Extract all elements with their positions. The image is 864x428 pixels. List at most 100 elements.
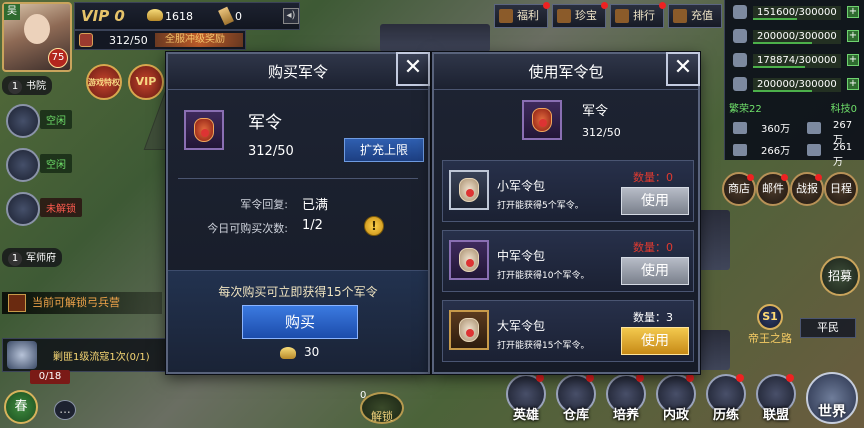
quest-bar[interactable]: 剿匪1级流寇1次(0/1) (2, 338, 166, 372)
mail-button[interactable]: 邮件 (756, 172, 790, 206)
large-pack-icon (449, 310, 489, 350)
add-resource-button[interactable]: + (847, 6, 859, 18)
event-banner[interactable]: 全服冲级奖励 (155, 33, 243, 47)
unlock-tip[interactable]: 当前可解锁弓兵营 (2, 292, 162, 314)
item-name: 军令 (582, 104, 609, 119)
cavalry-icon (807, 122, 821, 134)
queue-slot-2[interactable]: 空闲 (2, 148, 92, 192)
notification-dot (815, 174, 822, 181)
recharge-button[interactable]: 充值 (668, 4, 722, 28)
building-name: 军师府 (26, 253, 56, 264)
shop-button[interactable]: 商店 (722, 172, 756, 206)
pack-card-large: 大军令包 打开能获得15个军令。 数量：3 使用 (442, 300, 694, 362)
archer-icon (733, 144, 747, 156)
report-button[interactable]: 战报 (790, 172, 824, 206)
resource-row: 178874/300000 + (729, 50, 861, 72)
player-avatar[interactable]: 吴 75 (2, 2, 72, 72)
close-button[interactable]: ✕ (666, 52, 700, 86)
speaker-icon[interactable]: ◂) (283, 8, 299, 24)
use-small-pack-button[interactable]: 使用 (621, 187, 689, 215)
schedule-button[interactable]: 日程 (824, 172, 858, 206)
notification-dot (586, 374, 594, 382)
privilege-badge[interactable]: 游戏特权 (86, 64, 122, 100)
unlock-button[interactable]: 解锁 (360, 392, 404, 424)
resource-value: 200000/300000 (753, 30, 841, 44)
world-button[interactable]: 世界 (806, 372, 858, 424)
close-button[interactable]: ✕ (396, 52, 430, 86)
vip-badge-label: VIP (135, 75, 157, 88)
pack-quantity: 数量：0 (633, 171, 673, 184)
warehouse-button[interactable]: 仓库 (554, 374, 598, 424)
stone-icon (733, 53, 747, 67)
player-surname: 吴 (4, 4, 20, 20)
welfare-button[interactable]: 福利 (494, 2, 550, 28)
use-large-pack-button[interactable]: 使用 (621, 327, 689, 355)
queue-status: 空闲 (40, 110, 72, 129)
resource-row: 151600/300000 + (729, 2, 861, 24)
affairs-button[interactable]: 内政 (654, 374, 698, 424)
pack-quantity: 数量：3 (633, 311, 673, 324)
menu-label: 福利 (517, 9, 539, 22)
gold-amount: 1618 (165, 10, 193, 23)
use-junling-pack-dialog: 使用军令包 ✕ 军令 312/50 小军令包 打开能获得5个军令。 数量：0 使… (432, 52, 700, 374)
emperor-road[interactable]: S1 帝王之路 (740, 304, 800, 354)
building-label-academy[interactable]: 1 书院 (2, 76, 52, 95)
welfare-icon (499, 9, 513, 23)
button-label: 商店 (728, 182, 750, 195)
troop-stats: 360万 267万 (729, 120, 861, 146)
barracks-icon (8, 294, 26, 312)
buy-note: 每次购买可立即获得15个军令 (218, 285, 378, 299)
top-status-bar: VIP 0 1618 0 ◂) (74, 2, 300, 30)
pack-desc: 打开能获得15个军令。 (497, 341, 590, 351)
bag-icon (459, 178, 479, 202)
nav-label: 仓库 (562, 408, 589, 423)
bottom-nav: 英雄 仓库 培养 内政 历练 联盟 (504, 374, 798, 424)
grain-icon (733, 5, 747, 19)
notification-dot (601, 2, 608, 9)
notification-dot (747, 174, 754, 181)
info-icon[interactable]: ! (364, 216, 384, 236)
lock-icon (6, 192, 40, 226)
notification-dot (736, 374, 744, 382)
notification-dot (543, 2, 550, 9)
chat-button[interactable]: ... (54, 400, 76, 420)
junling-item-icon (184, 110, 224, 150)
resource-value: 178874/300000 (753, 54, 841, 68)
vip-level[interactable]: VIP 0 (81, 7, 125, 25)
notification-dot (786, 374, 794, 382)
pack-desc: 打开能获得10个军令。 (497, 271, 590, 281)
use-medium-pack-button[interactable]: 使用 (621, 257, 689, 285)
building-label-strategist[interactable]: 1 军师府 (2, 248, 62, 267)
stat-b: 261万 (833, 142, 853, 168)
rank-title[interactable]: 平民 (800, 318, 856, 338)
add-resource-button[interactable]: + (847, 30, 859, 42)
dialog-title: 使用军令包 (434, 54, 698, 90)
divider (178, 178, 418, 179)
spring-event-button[interactable]: 春 (4, 390, 38, 424)
quest-icon (7, 341, 37, 369)
add-resource-button[interactable]: + (847, 54, 859, 66)
ranking-button[interactable]: 排行 (610, 2, 666, 28)
train-button[interactable]: 培养 (604, 374, 648, 424)
buy-junling-dialog: 购买军令 ✕ 军令 312/50 扩充上限 军令回复: 已满 今日可购买次数: … (166, 52, 430, 374)
quest-text: 剿匪1级流寇1次(0/1) (53, 352, 150, 363)
vip-badge[interactable]: VIP (128, 64, 164, 100)
building-level: 1 (8, 252, 22, 266)
pack-name: 中军令包 (497, 249, 546, 263)
queue-slot-3[interactable]: 未解锁 (2, 192, 92, 236)
trial-button[interactable]: 历练 (704, 374, 748, 424)
queue-slot-1[interactable]: 空闲 (2, 104, 92, 148)
menu-label: 充值 (691, 9, 713, 22)
junling-bar[interactable]: 312/50 全服冲级奖励 (74, 30, 246, 50)
stat-a: 266万 (761, 146, 791, 157)
recover-value: 已满 (302, 198, 329, 213)
daily-purchase-label: 今日可购买次数: (207, 222, 288, 235)
buy-button[interactable]: 购买 (242, 305, 358, 339)
hero-button[interactable]: 英雄 (504, 374, 548, 424)
recruit-button[interactable]: 招募 (820, 256, 860, 296)
junling-icon (79, 33, 93, 47)
treasure-button[interactable]: 珍宝 (552, 2, 608, 28)
add-resource-button[interactable]: + (847, 78, 859, 90)
expand-limit-button[interactable]: 扩充上限 (344, 138, 424, 162)
alliance-button[interactable]: 联盟 (754, 374, 798, 424)
